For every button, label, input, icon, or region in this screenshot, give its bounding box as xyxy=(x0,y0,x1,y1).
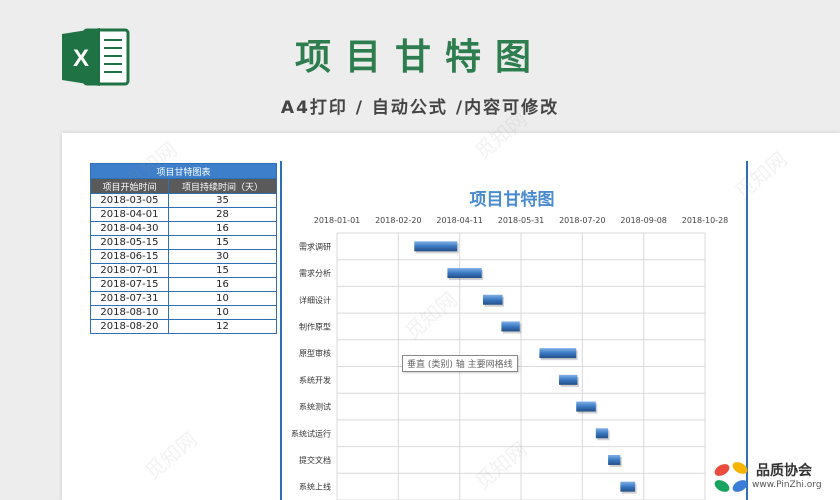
category-label: 系统开发 xyxy=(299,375,331,385)
gantt-bar xyxy=(539,348,577,359)
category-label: 提交文档 xyxy=(299,455,331,465)
category-label: 制作原型 xyxy=(299,321,331,331)
x-tick-label: 2018-01-01 xyxy=(314,216,361,225)
page-title: 项目甘特图 xyxy=(294,37,545,78)
pinzhi-logo-icon xyxy=(714,462,748,492)
gantt-bar xyxy=(576,401,596,412)
category-label: 系统试运行 xyxy=(291,428,331,438)
category-label: 原型审核 xyxy=(299,348,331,358)
x-tick-label: 2018-09-08 xyxy=(620,216,667,225)
gantt-bar xyxy=(608,454,621,465)
gantt-bar xyxy=(482,294,503,305)
category-label: 需求分析 xyxy=(299,268,331,278)
x-tick-label: 2018-10-28 xyxy=(682,216,729,225)
gantt-bar xyxy=(414,241,458,252)
x-tick-label: 2018-07-20 xyxy=(559,216,606,225)
gantt-bar xyxy=(447,268,482,279)
gantt-bar xyxy=(559,374,578,385)
category-label: 系统上线 xyxy=(299,482,331,492)
x-tick-label: 2018-02-20 xyxy=(375,216,422,225)
gantt-bar xyxy=(620,481,636,492)
badge-url: www.PinZhi.org xyxy=(752,480,822,490)
pinzhi-badge: 品质协会 www.PinZhi.org xyxy=(708,458,840,500)
category-label: 详细设计 xyxy=(299,295,331,305)
category-label: 需求调研 xyxy=(299,241,331,251)
category-label: 系统测试 xyxy=(299,402,331,412)
gantt-bar xyxy=(595,428,609,439)
page-subtitle: A4打印 / 自动公式 /内容可修改 xyxy=(280,98,560,118)
chart-tooltip: 垂直 (类别) 轴 主要网格线 xyxy=(402,355,518,372)
x-tick-label: 2018-05-31 xyxy=(498,216,545,225)
badge-name: 品质协会 xyxy=(756,463,812,479)
gantt-bar xyxy=(501,321,520,332)
x-tick-label: 2018-04-11 xyxy=(436,216,483,225)
